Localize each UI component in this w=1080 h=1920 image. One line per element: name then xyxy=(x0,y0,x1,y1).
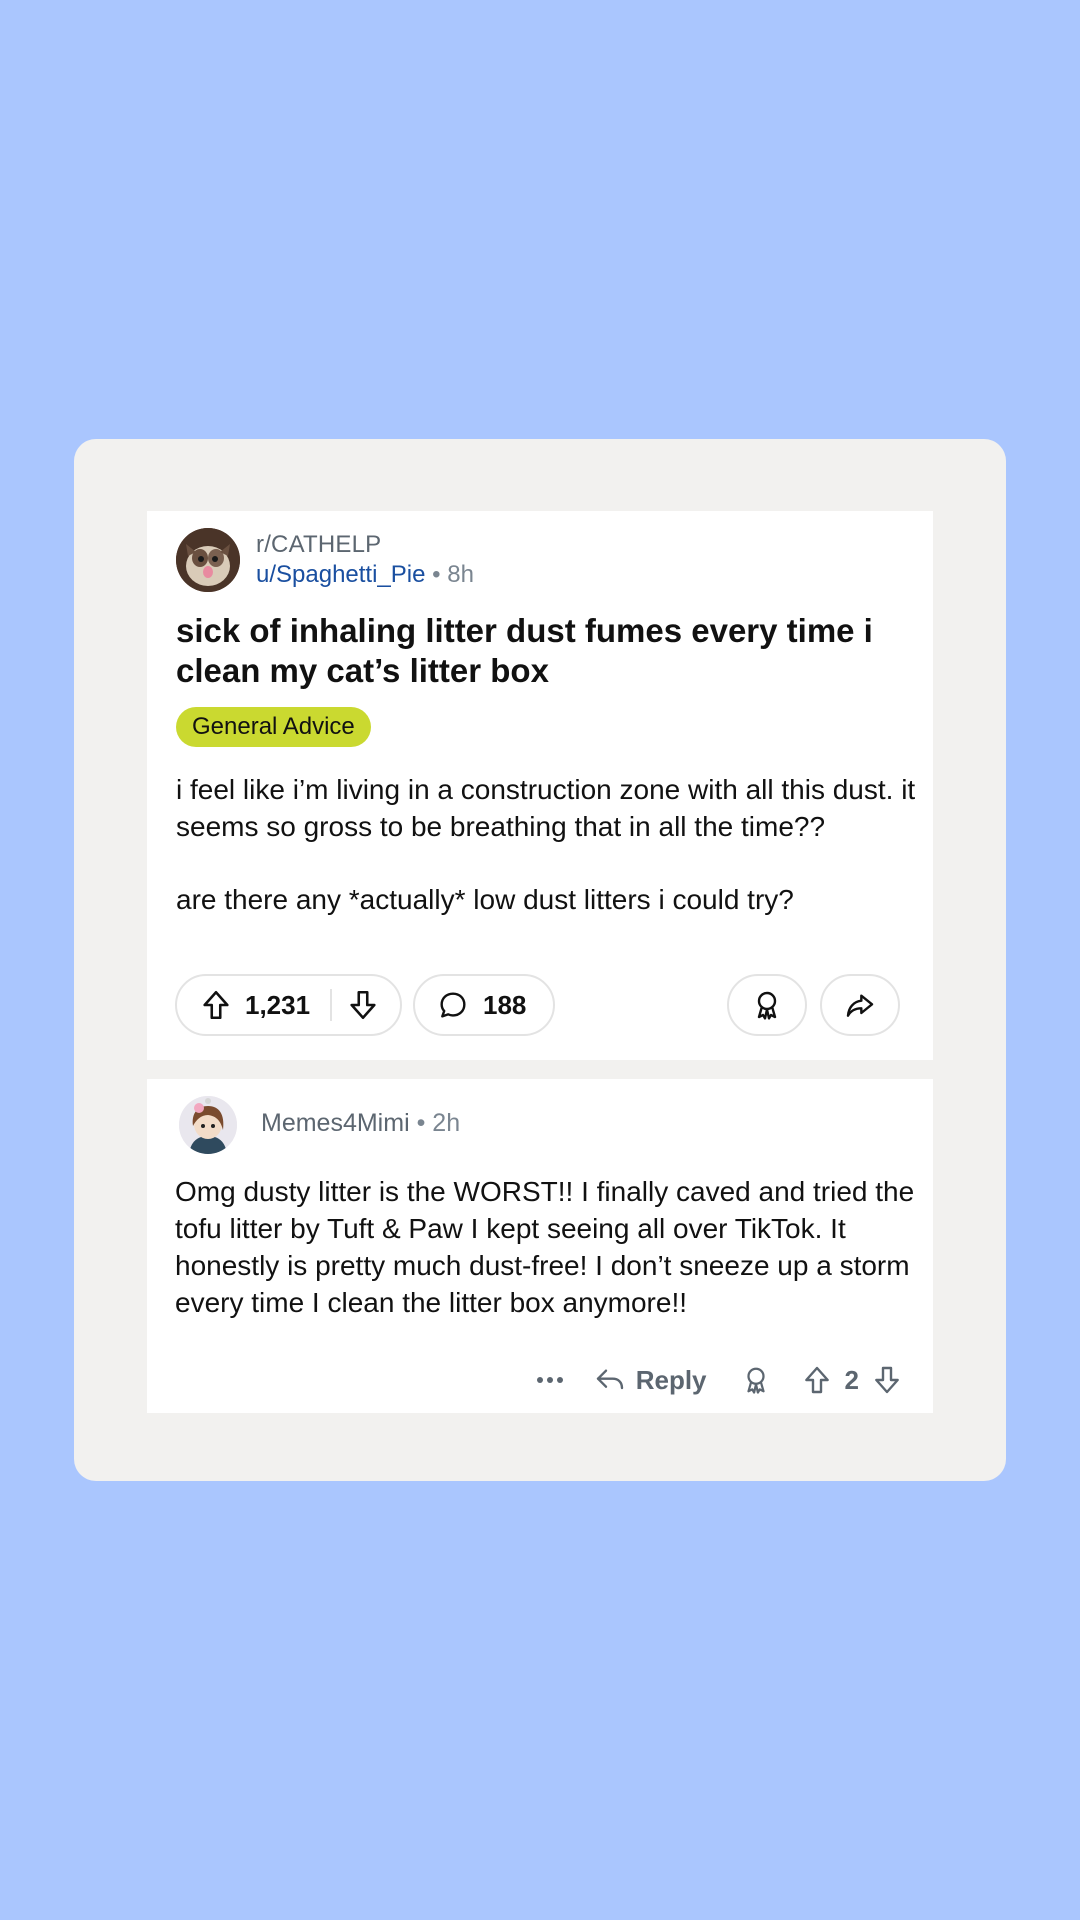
post-card: r/CATHELP u/Spaghetti_Pie • 8h sick of i… xyxy=(147,511,933,1060)
post-body-paragraph: i feel like i’m living in a construction… xyxy=(176,774,916,842)
downvote-icon[interactable] xyxy=(346,988,380,1022)
reply-button[interactable]: Reply xyxy=(636,1365,707,1396)
comment-icon xyxy=(437,989,469,1021)
comment-author[interactable]: Memes4Mimi xyxy=(261,1109,410,1137)
post-flair[interactable]: General Advice xyxy=(176,707,371,747)
upvote-icon[interactable] xyxy=(199,988,233,1022)
subreddit-name[interactable]: r/CATHELP xyxy=(256,531,381,559)
comment-card: Memes4Mimi • 2h Omg dusty litter is the … xyxy=(147,1079,933,1413)
post-author[interactable]: u/Spaghetti_Pie xyxy=(256,561,425,588)
comments-button[interactable]: 188 xyxy=(413,974,555,1036)
award-icon xyxy=(751,989,783,1021)
share-button[interactable] xyxy=(820,974,900,1036)
share-icon xyxy=(844,989,876,1021)
vote-divider xyxy=(330,989,333,1021)
comment-meta: Memes4Mimi • 2h xyxy=(261,1109,460,1138)
upvote-icon[interactable] xyxy=(801,1364,833,1396)
screenshot-frame: r/CATHELP u/Spaghetti_Pie • 8h sick of i… xyxy=(74,439,1006,1481)
post-meta: u/Spaghetti_Pie • 8h xyxy=(256,561,474,589)
more-icon[interactable] xyxy=(536,1376,564,1384)
meta-separator: • xyxy=(432,561,441,588)
downvote-icon[interactable] xyxy=(871,1364,903,1396)
comment-count: 188 xyxy=(483,989,527,1020)
award-button[interactable] xyxy=(727,974,807,1036)
post-body-paragraph: are there any *actually* low dust litter… xyxy=(176,884,794,915)
comment-age: 2h xyxy=(432,1109,461,1137)
comment-score: 2 xyxy=(844,1364,859,1395)
comment-body: Omg dusty litter is the WORST!! I finall… xyxy=(175,1176,915,1318)
upvote-count: 1,231 xyxy=(245,989,311,1020)
meta-separator: • xyxy=(416,1109,426,1137)
commenter-avatar[interactable] xyxy=(179,1096,237,1154)
reply-icon[interactable] xyxy=(594,1364,626,1396)
subreddit-avatar[interactable] xyxy=(176,528,240,592)
post-age: 8h xyxy=(447,561,474,588)
award-icon[interactable] xyxy=(741,1365,771,1395)
post-title[interactable]: sick of inhaling litter dust fumes every… xyxy=(176,611,906,691)
vote-bar: 1,231 xyxy=(175,974,402,1036)
post-body: i feel like i’m living in a construction… xyxy=(176,771,916,918)
comment-actions: Reply 2 xyxy=(536,1362,903,1398)
